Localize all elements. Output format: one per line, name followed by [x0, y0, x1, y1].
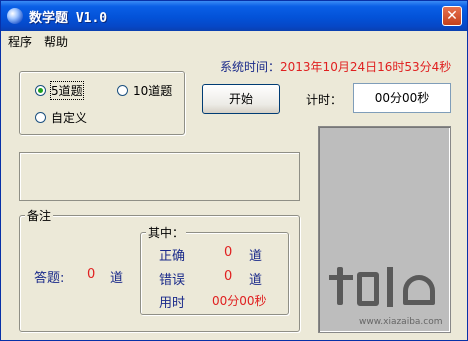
breakdown-label: 其中：: [146, 224, 187, 241]
wrong-value: 0: [224, 269, 233, 284]
watermark-logo-icon: [337, 267, 343, 305]
watermark-url: www.xiazaiba.com: [359, 317, 443, 327]
radio-5-label: 5道题: [50, 81, 84, 100]
system-time-value: 2013年10月24日16时53分4秒: [280, 60, 452, 74]
menu-bar: 程序 帮助: [1, 31, 467, 49]
watermark-stroke: [403, 275, 435, 305]
menu-program[interactable]: 程序: [8, 33, 32, 50]
correct-unit: 道: [249, 249, 263, 264]
app-window: 数学题 V1.0 ✕ 程序 帮助 5道题 10道题 自定义 系统时间：2013年…: [0, 0, 468, 341]
notes-group-label: 备注: [25, 207, 54, 224]
wrong-label: 错误: [159, 273, 186, 288]
answered-label: 答题:: [34, 271, 65, 286]
radio-10-label: 10道题: [133, 84, 173, 98]
watermark-stroke: [357, 272, 379, 306]
question-display-panel: [19, 152, 300, 201]
question-count-group: 5道题 10道题 自定义: [19, 71, 185, 135]
answered-unit: 道: [110, 271, 124, 286]
correct-label: 正确: [159, 249, 186, 264]
time-used-label: 用时: [159, 296, 186, 311]
radio-custom-label: 自定义: [51, 111, 88, 125]
start-button[interactable]: 开始: [202, 84, 280, 114]
watermark-stroke: [329, 275, 353, 280]
close-button[interactable]: ✕: [442, 6, 462, 26]
answered-value: 0: [87, 267, 96, 282]
answer-area-panel: www.xiazaiba.com: [318, 126, 451, 333]
system-time-label: 系统时间：: [220, 60, 281, 74]
timer-label: 计时：: [306, 93, 343, 107]
wrong-unit: 道: [249, 273, 263, 288]
radio-custom[interactable]: 自定义: [35, 109, 87, 126]
correct-value: 0: [224, 245, 233, 260]
radio-5-questions[interactable]: 5道题: [35, 81, 84, 100]
window-title: 数学题 V1.0: [29, 11, 108, 26]
title-bar[interactable]: 数学题 V1.0 ✕: [1, 1, 467, 31]
radio-unselected-icon: [117, 85, 128, 96]
system-time-display: 系统时间：2013年10月24日16时53分4秒: [220, 58, 451, 75]
menu-help[interactable]: 帮助: [44, 33, 68, 50]
timer-field[interactable]: 00分00秒: [353, 83, 451, 113]
watermark-stroke: [387, 267, 393, 307]
time-used-value: 00分00秒: [212, 294, 267, 308]
radio-unselected-icon: [35, 112, 46, 123]
radio-selected-icon: [35, 85, 46, 96]
app-globe-icon: [7, 8, 23, 24]
radio-10-questions[interactable]: 10道题: [117, 82, 172, 99]
